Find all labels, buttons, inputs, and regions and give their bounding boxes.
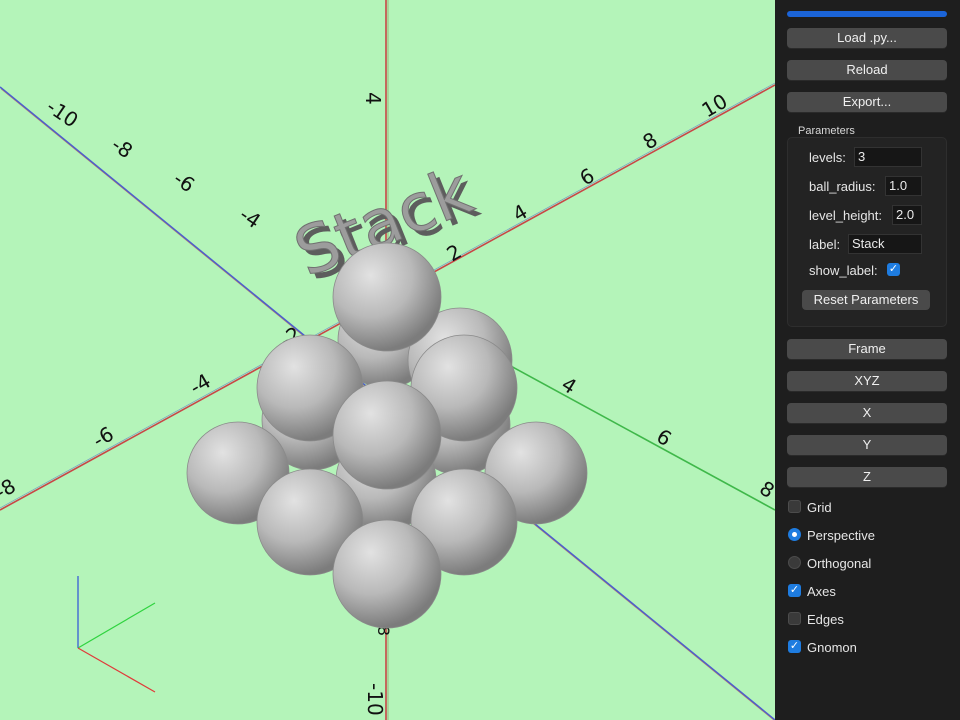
y-view-button[interactable]: Y (787, 435, 947, 455)
3d-viewport[interactable]: -10 -8 -6 -4 2 4 6 8 10 -2 -4 -6 -8 2 4 … (0, 0, 775, 720)
orthogonal-radio[interactable] (788, 556, 801, 569)
level-height-field[interactable]: 2.0 (892, 205, 922, 225)
tick-xp-6: 6 (652, 424, 676, 451)
gnomon-checkbox[interactable]: ✓ (788, 640, 801, 653)
tick-yn-8: -8 (0, 474, 20, 505)
axes-label: Axes (807, 584, 836, 599)
levels-label: levels: (809, 150, 846, 165)
orthogonal-label: Orthogonal (807, 556, 872, 571)
gnomon-x (77, 647, 156, 693)
label-param-field[interactable]: Stack (848, 234, 922, 254)
perspective-label: Perspective (807, 528, 875, 543)
axes-checkbox[interactable]: ✓ (788, 584, 801, 597)
x-view-button[interactable]: X (787, 403, 947, 423)
tick-xp-8: 8 (755, 476, 775, 503)
scene-canvas[interactable]: -10 -8 -6 -4 2 4 6 8 10 -2 -4 -6 -8 2 4 … (0, 0, 775, 720)
tick-xp-4: 4 (557, 372, 581, 399)
tick-yp-8: 8 (639, 127, 662, 154)
ball-radius-label: ball_radius: (809, 179, 876, 194)
gnomon-y (77, 602, 156, 649)
gnomon (77, 576, 156, 693)
progress-bar (787, 11, 947, 17)
perspective-radio[interactable] (788, 528, 801, 541)
label-param-label: label: (809, 237, 841, 252)
control-panel: Load .py... Reload Export... Parameters … (775, 0, 960, 720)
ball-radius-field[interactable]: 1.0 (885, 176, 922, 196)
z-view-button[interactable]: Z (787, 467, 947, 487)
levels-field[interactable]: 3 (854, 147, 922, 167)
tick-x-neg-4: -4 (235, 202, 265, 233)
edges-checkbox[interactable] (788, 612, 801, 625)
ball (332, 519, 442, 629)
tick-x-neg-8: -8 (107, 132, 137, 163)
export-button[interactable]: Export... (787, 92, 947, 112)
reload-button[interactable]: Reload (787, 60, 947, 80)
edges-label: Edges (807, 612, 844, 627)
xyz-view-button[interactable]: XYZ (787, 371, 947, 391)
ball (332, 242, 442, 352)
tick-yp-6: 6 (576, 163, 599, 190)
tick-z-4: 4 (361, 92, 385, 105)
load-py-button[interactable]: Load .py... (787, 28, 947, 48)
tick-yp-10: 10 (698, 89, 732, 123)
frame-button[interactable]: Frame (787, 339, 947, 359)
parameters-title: Parameters (798, 125, 855, 137)
tick-z-neg-10: -10 (363, 683, 387, 716)
show-label-checkbox[interactable]: ✓ (887, 263, 900, 276)
tick-x-neg-6: -6 (169, 166, 199, 197)
reset-parameters-button[interactable]: Reset Parameters (802, 290, 930, 310)
ball-stack (186, 242, 588, 629)
grid-checkbox[interactable] (788, 500, 801, 513)
level-height-label: level_height: (809, 208, 882, 223)
show-label-label: show_label: (809, 263, 878, 278)
grid-label: Grid (807, 500, 832, 515)
gnomon-label: Gnomon (807, 640, 857, 655)
tick-yp-4: 4 (509, 199, 532, 226)
ball (332, 380, 442, 490)
